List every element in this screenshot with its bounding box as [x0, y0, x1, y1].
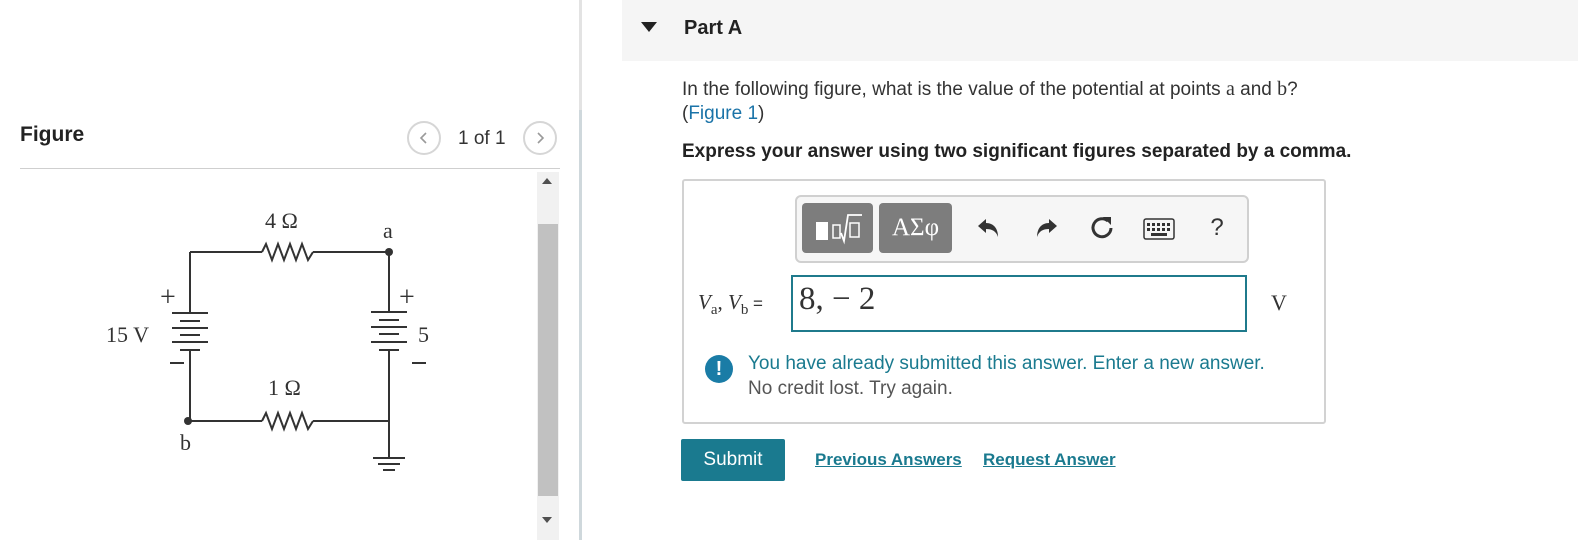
question-point-a: a	[1225, 78, 1235, 100]
top-resistor	[261, 241, 314, 263]
redo-button[interactable]	[1031, 213, 1061, 243]
bottom-resistor-label: 1 Ω	[268, 375, 301, 400]
previous-figure-button[interactable]	[407, 121, 441, 155]
answer-instructions: Express your answer using two significan…	[682, 141, 1352, 162]
templates-icon	[815, 214, 862, 245]
reset-button[interactable]	[1087, 213, 1117, 243]
bottom-resistor	[261, 410, 314, 432]
answer-label-v2: V	[728, 290, 741, 314]
top-resistor-label: 4 Ω	[265, 208, 298, 233]
answer-unit: V	[1271, 290, 1287, 315]
right-plus-sign: +	[399, 282, 415, 313]
feedback-message: You have already submitted this answer. …	[748, 353, 1265, 374]
keyboard-icon	[1143, 218, 1175, 240]
node-b-dot	[184, 417, 192, 425]
chevron-right-icon	[537, 132, 545, 144]
figure-title: Figure	[20, 123, 85, 146]
scroll-down-icon[interactable]	[540, 515, 554, 525]
figure-link[interactable]: Figure 1	[688, 103, 758, 124]
question-prefix: In the following figure, what is the val…	[682, 79, 1226, 100]
previous-answers-link[interactable]: Previous Answers	[815, 450, 962, 470]
templates-button[interactable]	[802, 203, 873, 253]
circuit-diagram: 4 Ω 1 Ω 15 V 5 V a b + +	[106, 208, 430, 471]
caret-down-icon[interactable]	[640, 20, 658, 34]
ground-symbol	[373, 440, 405, 471]
node-a-dot	[385, 248, 393, 256]
figure-page-indicator: 1 of 1	[458, 128, 506, 149]
answer-label-equals: =	[748, 294, 763, 313]
question-and: and	[1234, 79, 1278, 100]
reset-icon	[1091, 217, 1113, 239]
left-source-label: 15 V	[106, 322, 149, 347]
part-header[interactable]	[622, 0, 1578, 61]
undo-icon	[978, 219, 998, 237]
node-a-label: a	[383, 218, 393, 243]
node-b-label: b	[180, 430, 191, 455]
redo-icon	[1037, 219, 1057, 237]
part-title[interactable]: Part A	[684, 17, 742, 40]
undo-button[interactable]	[974, 213, 1004, 243]
left-plus-sign: +	[160, 282, 176, 313]
question-suffix: ?	[1287, 79, 1298, 100]
next-figure-button[interactable]	[523, 121, 557, 155]
greek-symbols-button[interactable]: ΑΣφ	[879, 203, 952, 253]
keyboard-button[interactable]	[1141, 215, 1177, 243]
alert-icon: !	[705, 355, 733, 383]
chevron-left-icon	[419, 132, 427, 144]
help-icon: ?	[1210, 214, 1224, 241]
right-battery	[371, 311, 407, 351]
answer-label-sub-a: a	[710, 302, 718, 319]
answer-label-v1: V	[698, 290, 711, 314]
right-source-label: 5 V	[418, 322, 430, 347]
pane-divider-accent	[579, 110, 582, 540]
answer-label: Va, Vb =	[698, 290, 763, 319]
left-battery	[172, 312, 208, 351]
help-button[interactable]: ?	[1202, 211, 1232, 245]
submit-button[interactable]: Submit	[681, 439, 785, 481]
figure-divider	[20, 168, 560, 169]
figure-scrollbar-thumb[interactable]	[538, 224, 558, 496]
answer-label-separator: ,	[717, 290, 728, 314]
feedback-hint: No credit lost. Try again.	[748, 378, 953, 399]
scroll-up-icon[interactable]	[540, 176, 554, 186]
figure-link-close: )	[758, 103, 765, 124]
question-text: In the following figure, what is the val…	[682, 77, 1298, 126]
question-point-b: b	[1277, 78, 1288, 100]
request-answer-link[interactable]: Request Answer	[983, 450, 1116, 470]
answer-input[interactable]: 8, − 2	[791, 275, 1247, 332]
